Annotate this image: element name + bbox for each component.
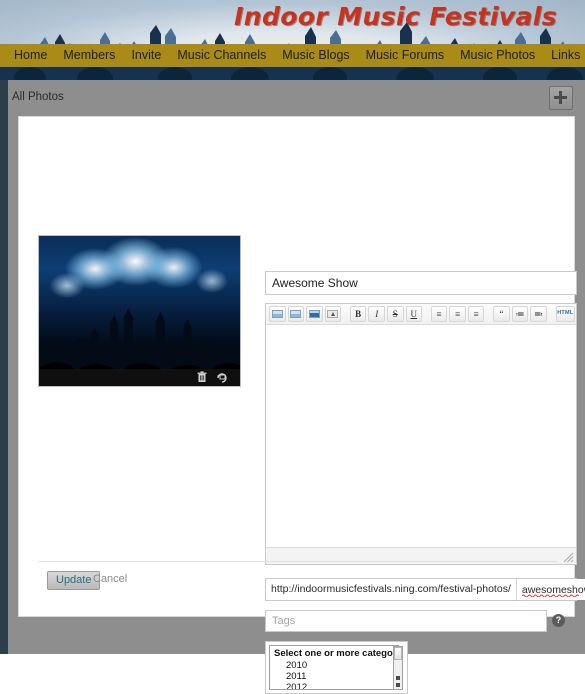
- nav-item-music-photos[interactable]: Music Photos: [452, 44, 543, 67]
- upload-file-icon[interactable]: [324, 306, 342, 322]
- photo-edit-panel: B I S U ≡ ≡ ≡ “ ≔ ≕ HTML: [18, 116, 585, 694]
- all-photos-label: All Photos: [12, 91, 64, 103]
- add-photo-button[interactable]: [549, 86, 573, 110]
- photo-url-row: http://indoormusicfestivals.ning.com/fes…: [265, 578, 585, 601]
- description-editor: B I S U ≡ ≡ ≡ “ ≔ ≕ HTML: [265, 303, 577, 565]
- url-slug-wrapper: [516, 579, 585, 600]
- italic-button[interactable]: I: [368, 306, 385, 322]
- align-right-button[interactable]: ≡: [467, 306, 485, 322]
- category-option-2012[interactable]: 2012: [274, 682, 398, 689]
- all-photos-bar: All Photos: [8, 80, 585, 116]
- nav-item-music-blogs[interactable]: Music Blogs: [274, 44, 357, 67]
- description-textarea[interactable]: [266, 325, 576, 547]
- cancel-link[interactable]: Cancel: [93, 573, 127, 585]
- bold-button[interactable]: B: [349, 306, 367, 322]
- category-option-2010[interactable]: 2010: [274, 660, 398, 671]
- content-region: All Photos Awesome Show B I S U ≡ ≡ ≡ “ …: [8, 80, 585, 694]
- photo-thumbnail[interactable]: [38, 235, 241, 387]
- editor-toolbar: B I S U ≡ ≡ ≡ “ ≔ ≕ HTML: [266, 304, 576, 325]
- strikethrough-button[interactable]: S: [386, 306, 404, 322]
- site-banner: Indoor Music Festivals: [0, 0, 585, 80]
- nav-item-members[interactable]: Members: [55, 44, 123, 67]
- nav-item-links[interactable]: Links: [543, 44, 585, 67]
- footer-divider: [38, 561, 557, 562]
- footer-gray-area: [8, 617, 585, 654]
- nav-item-invite[interactable]: Invite: [123, 44, 169, 67]
- insert-link-icon[interactable]: [269, 306, 286, 322]
- rotate-icon[interactable]: [216, 371, 228, 383]
- align-center-button[interactable]: ≡: [449, 306, 466, 322]
- insert-media-icon[interactable]: [287, 306, 305, 322]
- ordered-list-button[interactable]: ≕: [530, 306, 547, 322]
- photo-edit-page: Indoor Music Festivals Home Members Invi…: [0, 0, 585, 694]
- main-navigation: Home Members Invite Music Channels Music…: [0, 44, 585, 67]
- nav-item-music-forums[interactable]: Music Forums: [358, 44, 452, 67]
- photo-action-toolbar: [39, 369, 240, 386]
- blockquote-button[interactable]: “: [493, 306, 510, 322]
- categories-scroll-arrows[interactable]: [396, 676, 400, 687]
- html-source-button[interactable]: HTML: [555, 306, 575, 322]
- insert-image-icon[interactable]: [306, 306, 323, 322]
- category-option-2011[interactable]: 2011: [274, 671, 398, 682]
- nav-item-music-channels[interactable]: Music Channels: [169, 44, 274, 67]
- site-title: Indoor Music Festivals: [234, 2, 557, 31]
- underline-button[interactable]: U: [405, 306, 423, 322]
- photo-title-input[interactable]: [265, 271, 577, 295]
- nav-item-home[interactable]: Home: [6, 44, 55, 67]
- url-prefix-label: http://indoormusicfestivals.ning.com/fes…: [266, 579, 517, 600]
- trash-icon[interactable]: [196, 371, 208, 383]
- unordered-list-button[interactable]: ≔: [511, 306, 529, 322]
- resize-grip-handle[interactable]: [563, 552, 574, 563]
- align-left-button[interactable]: ≡: [430, 306, 448, 322]
- url-slug-input[interactable]: [516, 579, 585, 600]
